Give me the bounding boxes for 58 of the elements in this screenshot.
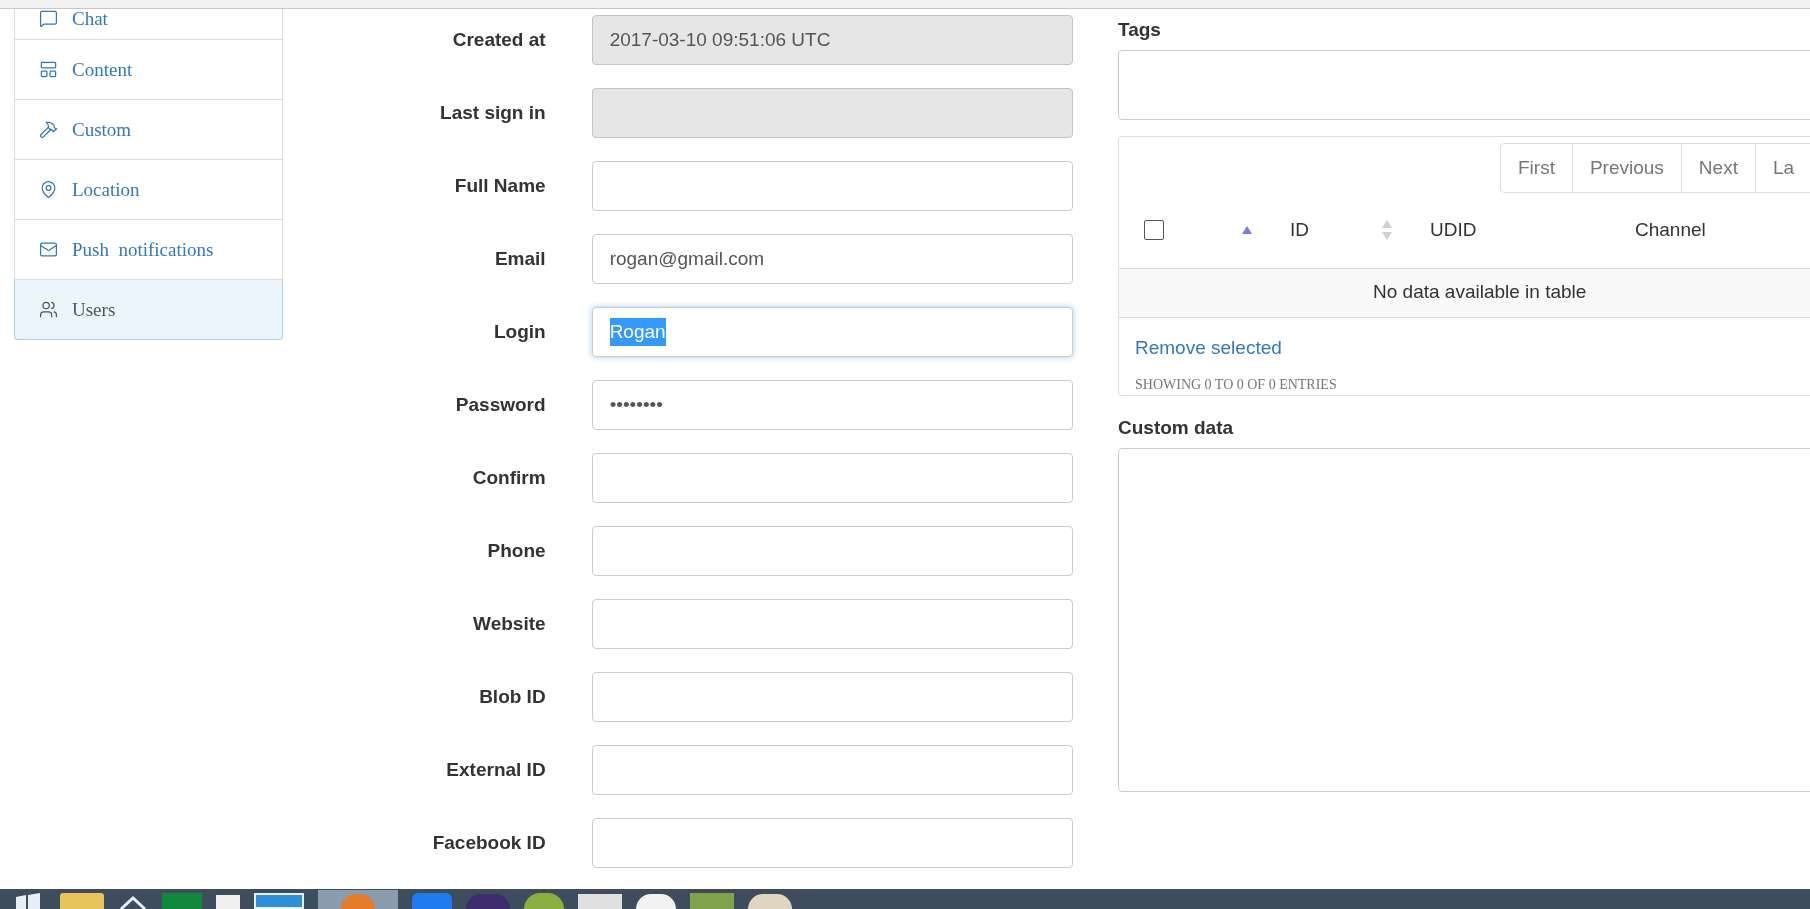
custom-data-label: Custom data [1118, 416, 1235, 440]
field-label: Phone [486, 538, 546, 563]
entries-info: SHOWING 0 TO 0 OF 0 ENTRIES [1135, 376, 1338, 394]
browser-icon[interactable] [318, 890, 398, 909]
house-icon[interactable] [118, 895, 148, 909]
column-header[interactable]: Channel [1635, 216, 1706, 245]
pagination-button[interactable]: Previous [1571, 143, 1682, 193]
hammer-icon [39, 120, 58, 139]
field-label: Confirm [471, 465, 546, 490]
select-all-checkbox[interactable] [1144, 220, 1164, 241]
sidebar-item[interactable]: Content [14, 40, 283, 100]
folder-icon[interactable] [60, 893, 104, 909]
document-icon[interactable] [216, 895, 240, 909]
field-label: Created at [451, 27, 546, 52]
chat-icon [39, 9, 58, 28]
input-field[interactable] [591, 526, 1073, 576]
input-field[interactable] [591, 161, 1073, 211]
column-header[interactable]: UDID [1430, 216, 1477, 245]
tags-field[interactable] [1118, 50, 1810, 120]
input-field[interactable] [591, 453, 1073, 503]
input-field[interactable] [591, 745, 1073, 795]
field-label: Full Name [453, 173, 546, 198]
input-field[interactable]: rogan@gmail.com [591, 234, 1073, 284]
field-label: Facebook ID [431, 830, 546, 855]
input-field[interactable]: Rogan [591, 307, 1073, 357]
pagination-button[interactable]: La [1754, 143, 1810, 193]
empty-table-message: No data available in table [1373, 280, 1587, 305]
notepad-icon[interactable] [578, 894, 622, 909]
sidebar-item[interactable]: Chat [14, 9, 283, 40]
field-label: Blob ID [478, 684, 546, 709]
app-icon[interactable] [636, 894, 676, 909]
sort-up-icon[interactable] [1241, 225, 1253, 236]
input-field[interactable] [591, 599, 1073, 649]
panel-icon [39, 60, 58, 79]
field-label: Password [454, 392, 546, 417]
field-label: Last sign in [439, 100, 546, 125]
users-icon [39, 300, 58, 319]
sidebar-item[interactable]: Custom [14, 100, 283, 160]
input-field[interactable] [591, 672, 1073, 722]
input-field[interactable]: •••••••• [591, 380, 1073, 430]
pagination-button[interactable]: First [1500, 143, 1573, 193]
sort-icon[interactable] [1381, 219, 1393, 242]
field-label: Email [493, 246, 546, 271]
field-label: External ID [445, 757, 546, 782]
field-label: Login [492, 319, 546, 344]
tags-label: Tags [1118, 18, 1162, 42]
field-label: Website [472, 611, 546, 636]
column-header[interactable]: ID [1290, 216, 1309, 245]
remove-selected-link[interactable]: Remove selected [1135, 333, 1282, 362]
mail-icon [39, 240, 58, 259]
input-field[interactable] [591, 818, 1073, 868]
custom-data-field[interactable] [1118, 448, 1810, 792]
app-icon[interactable] [748, 894, 792, 909]
pagination-button[interactable]: Next [1680, 143, 1756, 193]
sidebar-item[interactable]: Location [14, 160, 283, 220]
map-pin-icon [39, 180, 58, 199]
app-icon[interactable] [524, 893, 564, 909]
sidebar-item[interactable]: Users [14, 280, 283, 340]
